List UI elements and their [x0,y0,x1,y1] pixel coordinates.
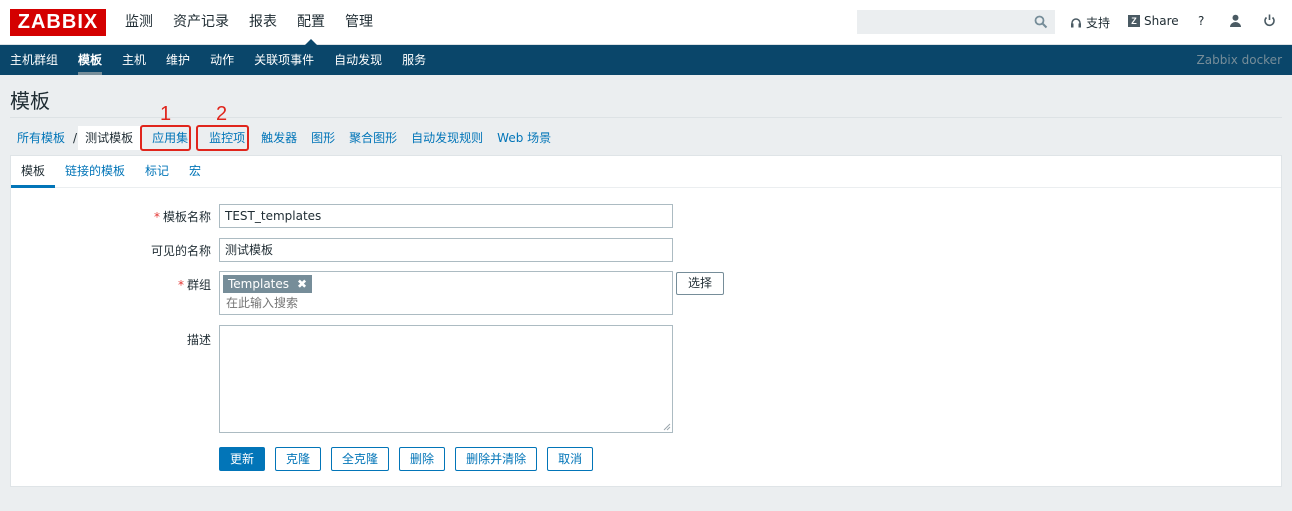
groups-search-input[interactable] [226,296,526,310]
form-tabs: 模板 链接的模板 标记 宏 [11,156,1281,188]
required-marker: * [177,278,184,292]
annotation-number-1: 1 [160,103,172,125]
submenu-maintenance[interactable]: 维护 [166,45,190,75]
tab-tags[interactable]: 标记 [135,156,179,187]
user-icon [1230,14,1241,27]
link-graphs[interactable]: 图形 [304,126,342,150]
clone-button[interactable]: 克隆 [275,447,322,471]
required-marker: * [153,210,160,224]
share-link[interactable]: Z Share [1128,14,1179,28]
search-input[interactable] [858,11,1028,33]
tab-linked-templates[interactable]: 链接的模板 [55,156,135,187]
template-name-label: * 模板名称 [11,208,211,225]
user-profile-link[interactable] [1229,14,1242,27]
select-groups-button[interactable]: 选择 [676,272,724,295]
submenu-services[interactable]: 服务 [402,45,426,75]
breadcrumb: 所有模板 / 测试模板 应用集 监控项 触发器 图形 聚合图形 自动发现规则 W… [10,126,558,150]
submenu-hosts[interactable]: 主机 [122,45,146,75]
zabbix-logo[interactable]: ZABBIX [10,9,106,36]
tab-macros[interactable]: 宏 [179,156,211,187]
menu-reports[interactable]: 报表 [249,0,277,45]
submenu-discovery[interactable]: 自动发现 [334,45,382,75]
update-button[interactable]: 更新 [219,447,266,471]
group-tag-label: Templates [228,277,290,291]
link-screens[interactable]: 聚合图形 [342,126,404,150]
cancel-button[interactable]: 取消 [547,447,594,471]
annotation-number-2: 2 [216,103,228,125]
link-triggers[interactable]: 触发器 [254,126,304,150]
main-menu: 监测 资产记录 报表 配置 管理 [125,0,393,45]
help-link[interactable]: ? [1198,14,1204,28]
breadcrumb-current-template[interactable]: 测试模板 [78,126,141,150]
sub-menu: 主机群组 模板 主机 维护 动作 关联项事件 自动发现 服务 Zabbix do… [0,45,1292,75]
zabbix-share-icon: Z [1128,15,1140,27]
breadcrumb-all-templates[interactable]: 所有模板 [10,126,72,150]
description-textarea[interactable] [219,325,673,433]
title-divider [10,117,1282,118]
link-web-scenarios[interactable]: Web 场景 [490,126,558,150]
full-clone-button[interactable]: 全克隆 [331,447,390,471]
annotation-box-2 [196,125,249,151]
search-icon[interactable] [1034,15,1048,29]
resize-handle-icon[interactable] [663,423,671,431]
groups-label: * 群组 [11,276,211,293]
link-discovery-rules[interactable]: 自动发现规则 [404,126,490,150]
top-header: ZABBIX 监测 资产记录 报表 配置 管理 支持 Z Share ? [0,0,1292,45]
template-form-card: 模板 链接的模板 标记 宏 * 模板名称 TEST_templates 可见的名称… [10,155,1282,487]
help-icon: ? [1198,14,1205,28]
template-name-label-text: 模板名称 [162,210,211,224]
global-search[interactable] [857,10,1055,34]
share-label: Share [1144,14,1179,28]
submenu-templates[interactable]: 模板 [78,45,103,75]
server-name: Zabbix docker [1196,53,1282,67]
menu-administration[interactable]: 管理 [345,0,373,45]
support-label: 支持 [1086,16,1111,30]
submenu-event-correlation[interactable]: 关联项事件 [254,45,314,75]
signout-link[interactable] [1263,14,1276,27]
submenu-host-groups[interactable]: 主机群组 [10,45,58,75]
remove-tag-icon[interactable]: ✖ [297,275,307,293]
menu-monitoring[interactable]: 监测 [125,0,153,45]
submenu-actions[interactable]: 动作 [210,45,234,75]
template-name-input[interactable]: TEST_templates [219,204,673,228]
support-link[interactable]: 支持 [1070,14,1110,31]
delete-and-clear-button[interactable]: 删除并清除 [455,447,538,471]
visible-name-label: 可见的名称 [150,244,211,258]
headset-icon [1071,17,1081,27]
groups-multiselect[interactable]: Templates ✖ [219,271,673,315]
group-tag-templates[interactable]: Templates ✖ [223,275,313,293]
description-label: 描述 [186,333,211,347]
page-title: 模板 [10,89,50,113]
annotation-box-1 [140,125,191,151]
tab-template[interactable]: 模板 [11,156,56,188]
menu-configuration[interactable]: 配置 [297,0,325,45]
menu-inventory[interactable]: 资产记录 [173,0,229,45]
power-icon [1264,14,1275,27]
delete-button[interactable]: 删除 [399,447,446,471]
form-actions: 更新 克隆 全克隆 删除 删除并清除 取消 [219,447,594,471]
visible-name-input[interactable]: 测试模板 [219,238,673,262]
groups-label-text: 群组 [186,278,211,292]
